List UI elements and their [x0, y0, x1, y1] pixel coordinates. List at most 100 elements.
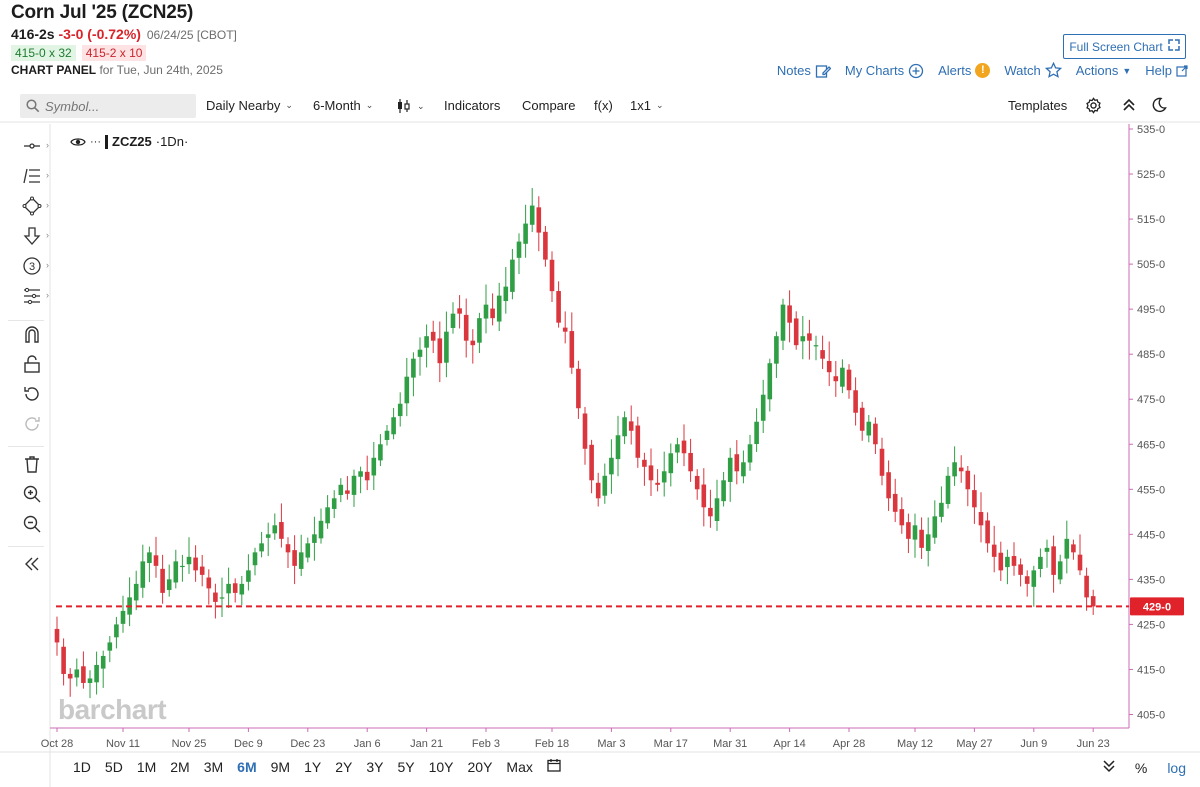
x-tick-label: Oct 28 — [41, 738, 73, 750]
period-3m[interactable]: 3M — [197, 759, 230, 775]
candle-body — [61, 646, 66, 674]
candle-body — [1018, 564, 1023, 575]
y-tick-label: 475-0 — [1137, 394, 1165, 406]
candle-body — [642, 459, 647, 467]
x-tick-label: Dec 23 — [290, 738, 325, 750]
candle-body — [602, 475, 608, 496]
candle-body — [259, 543, 264, 552]
log-toggle[interactable]: log — [1167, 760, 1186, 776]
candle-body — [1077, 554, 1083, 571]
candle-body — [206, 577, 212, 589]
candle-body — [351, 475, 357, 495]
candle-body — [54, 628, 60, 643]
candle-body — [391, 417, 396, 435]
period-2y[interactable]: 2Y — [328, 759, 359, 775]
candle-body — [510, 259, 515, 292]
period-5y[interactable]: 5Y — [390, 759, 421, 775]
x-tick-label: Mar 31 — [713, 738, 747, 750]
x-tick-label: Jun 23 — [1077, 738, 1110, 750]
candle-body — [107, 642, 113, 651]
candle-body — [74, 669, 80, 678]
candle-body — [826, 360, 832, 373]
period-2m[interactable]: 2M — [163, 759, 196, 775]
candle-body — [87, 678, 93, 683]
candle-body — [325, 507, 330, 524]
y-tick-label: 425-0 — [1137, 619, 1165, 631]
period-max[interactable]: Max — [499, 759, 539, 775]
candle-body — [780, 304, 786, 341]
period-3y[interactable]: 3Y — [359, 759, 390, 775]
period-5d[interactable]: 5D — [98, 759, 130, 775]
double-chevron-down-icon[interactable] — [1103, 759, 1115, 776]
candle-body — [609, 457, 614, 475]
period-6m[interactable]: 6M — [230, 759, 263, 775]
period-1d[interactable]: 1D — [66, 759, 98, 775]
y-tick-label: 525-0 — [1137, 169, 1165, 181]
candle-body — [1084, 575, 1089, 598]
candle-body — [595, 482, 601, 499]
candle-body — [1064, 538, 1070, 559]
candle-body — [331, 498, 337, 509]
candle-body — [549, 259, 555, 292]
price-chart[interactable]: 535-0 525-0 515-0 505-0 495-0 485-0 475-0 465-0… — [0, 0, 1200, 787]
y-tick-label: 485-0 — [1137, 349, 1165, 361]
candle-body — [912, 525, 918, 540]
candle-body — [166, 579, 172, 590]
eye-icon[interactable] — [70, 136, 86, 148]
candle-body — [958, 467, 964, 472]
x-tick-label: Apr 14 — [773, 738, 805, 750]
candle-body — [450, 313, 456, 328]
candle-body — [404, 376, 410, 404]
candle-body — [160, 568, 165, 593]
barchart-watermark: barchart — [58, 694, 167, 725]
candle-body — [708, 507, 713, 517]
x-tick-label: Feb 18 — [535, 738, 569, 750]
candle-body — [430, 331, 436, 341]
candle-body — [503, 286, 509, 302]
candle-body — [813, 345, 819, 347]
x-tick-label: Dec 9 — [234, 738, 263, 750]
candle-body — [523, 223, 528, 244]
period-20y[interactable]: 20Y — [461, 759, 500, 775]
candle-body — [358, 471, 363, 477]
candle-body — [991, 544, 997, 557]
candle-body — [569, 331, 575, 368]
candle-body — [714, 498, 720, 521]
more-options-icon[interactable]: ··· — [90, 136, 101, 148]
y-tick-label: 465-0 — [1137, 439, 1165, 451]
candle-body — [312, 534, 317, 543]
x-tick-label: May 12 — [897, 738, 933, 750]
candle-body — [424, 336, 429, 348]
candle-body — [265, 534, 271, 538]
candle-body — [345, 490, 350, 494]
candle-body — [760, 394, 766, 421]
chart-legend: ··· ZCZ25 ·1Dn· — [70, 134, 188, 149]
candle-body — [1071, 544, 1076, 553]
calendar-icon[interactable] — [540, 758, 568, 775]
period-9m[interactable]: 9M — [264, 759, 297, 775]
candle-body — [820, 350, 825, 359]
candle-body — [945, 475, 951, 504]
candle-body — [463, 314, 469, 341]
period-1y[interactable]: 1Y — [297, 759, 328, 775]
candle-body — [1090, 596, 1096, 607]
candle-body — [655, 482, 660, 485]
candle-body — [846, 369, 852, 391]
percent-toggle[interactable]: % — [1135, 760, 1147, 776]
candle-body — [939, 502, 944, 517]
candle-body — [873, 423, 878, 445]
candle-body — [490, 308, 495, 319]
candle-body — [556, 291, 561, 323]
candle-body — [1044, 547, 1050, 552]
bottom-controls: % log — [1103, 759, 1186, 776]
candle-body — [239, 583, 245, 595]
candle-body — [681, 440, 687, 454]
candle-body — [576, 368, 581, 409]
period-10y[interactable]: 10Y — [422, 759, 461, 775]
candle-body — [173, 561, 179, 583]
period-1m[interactable]: 1M — [130, 759, 163, 775]
candle-body — [1024, 576, 1030, 584]
candle-body — [94, 664, 99, 683]
candle-body — [952, 462, 957, 477]
x-tick-label: May 27 — [956, 738, 992, 750]
